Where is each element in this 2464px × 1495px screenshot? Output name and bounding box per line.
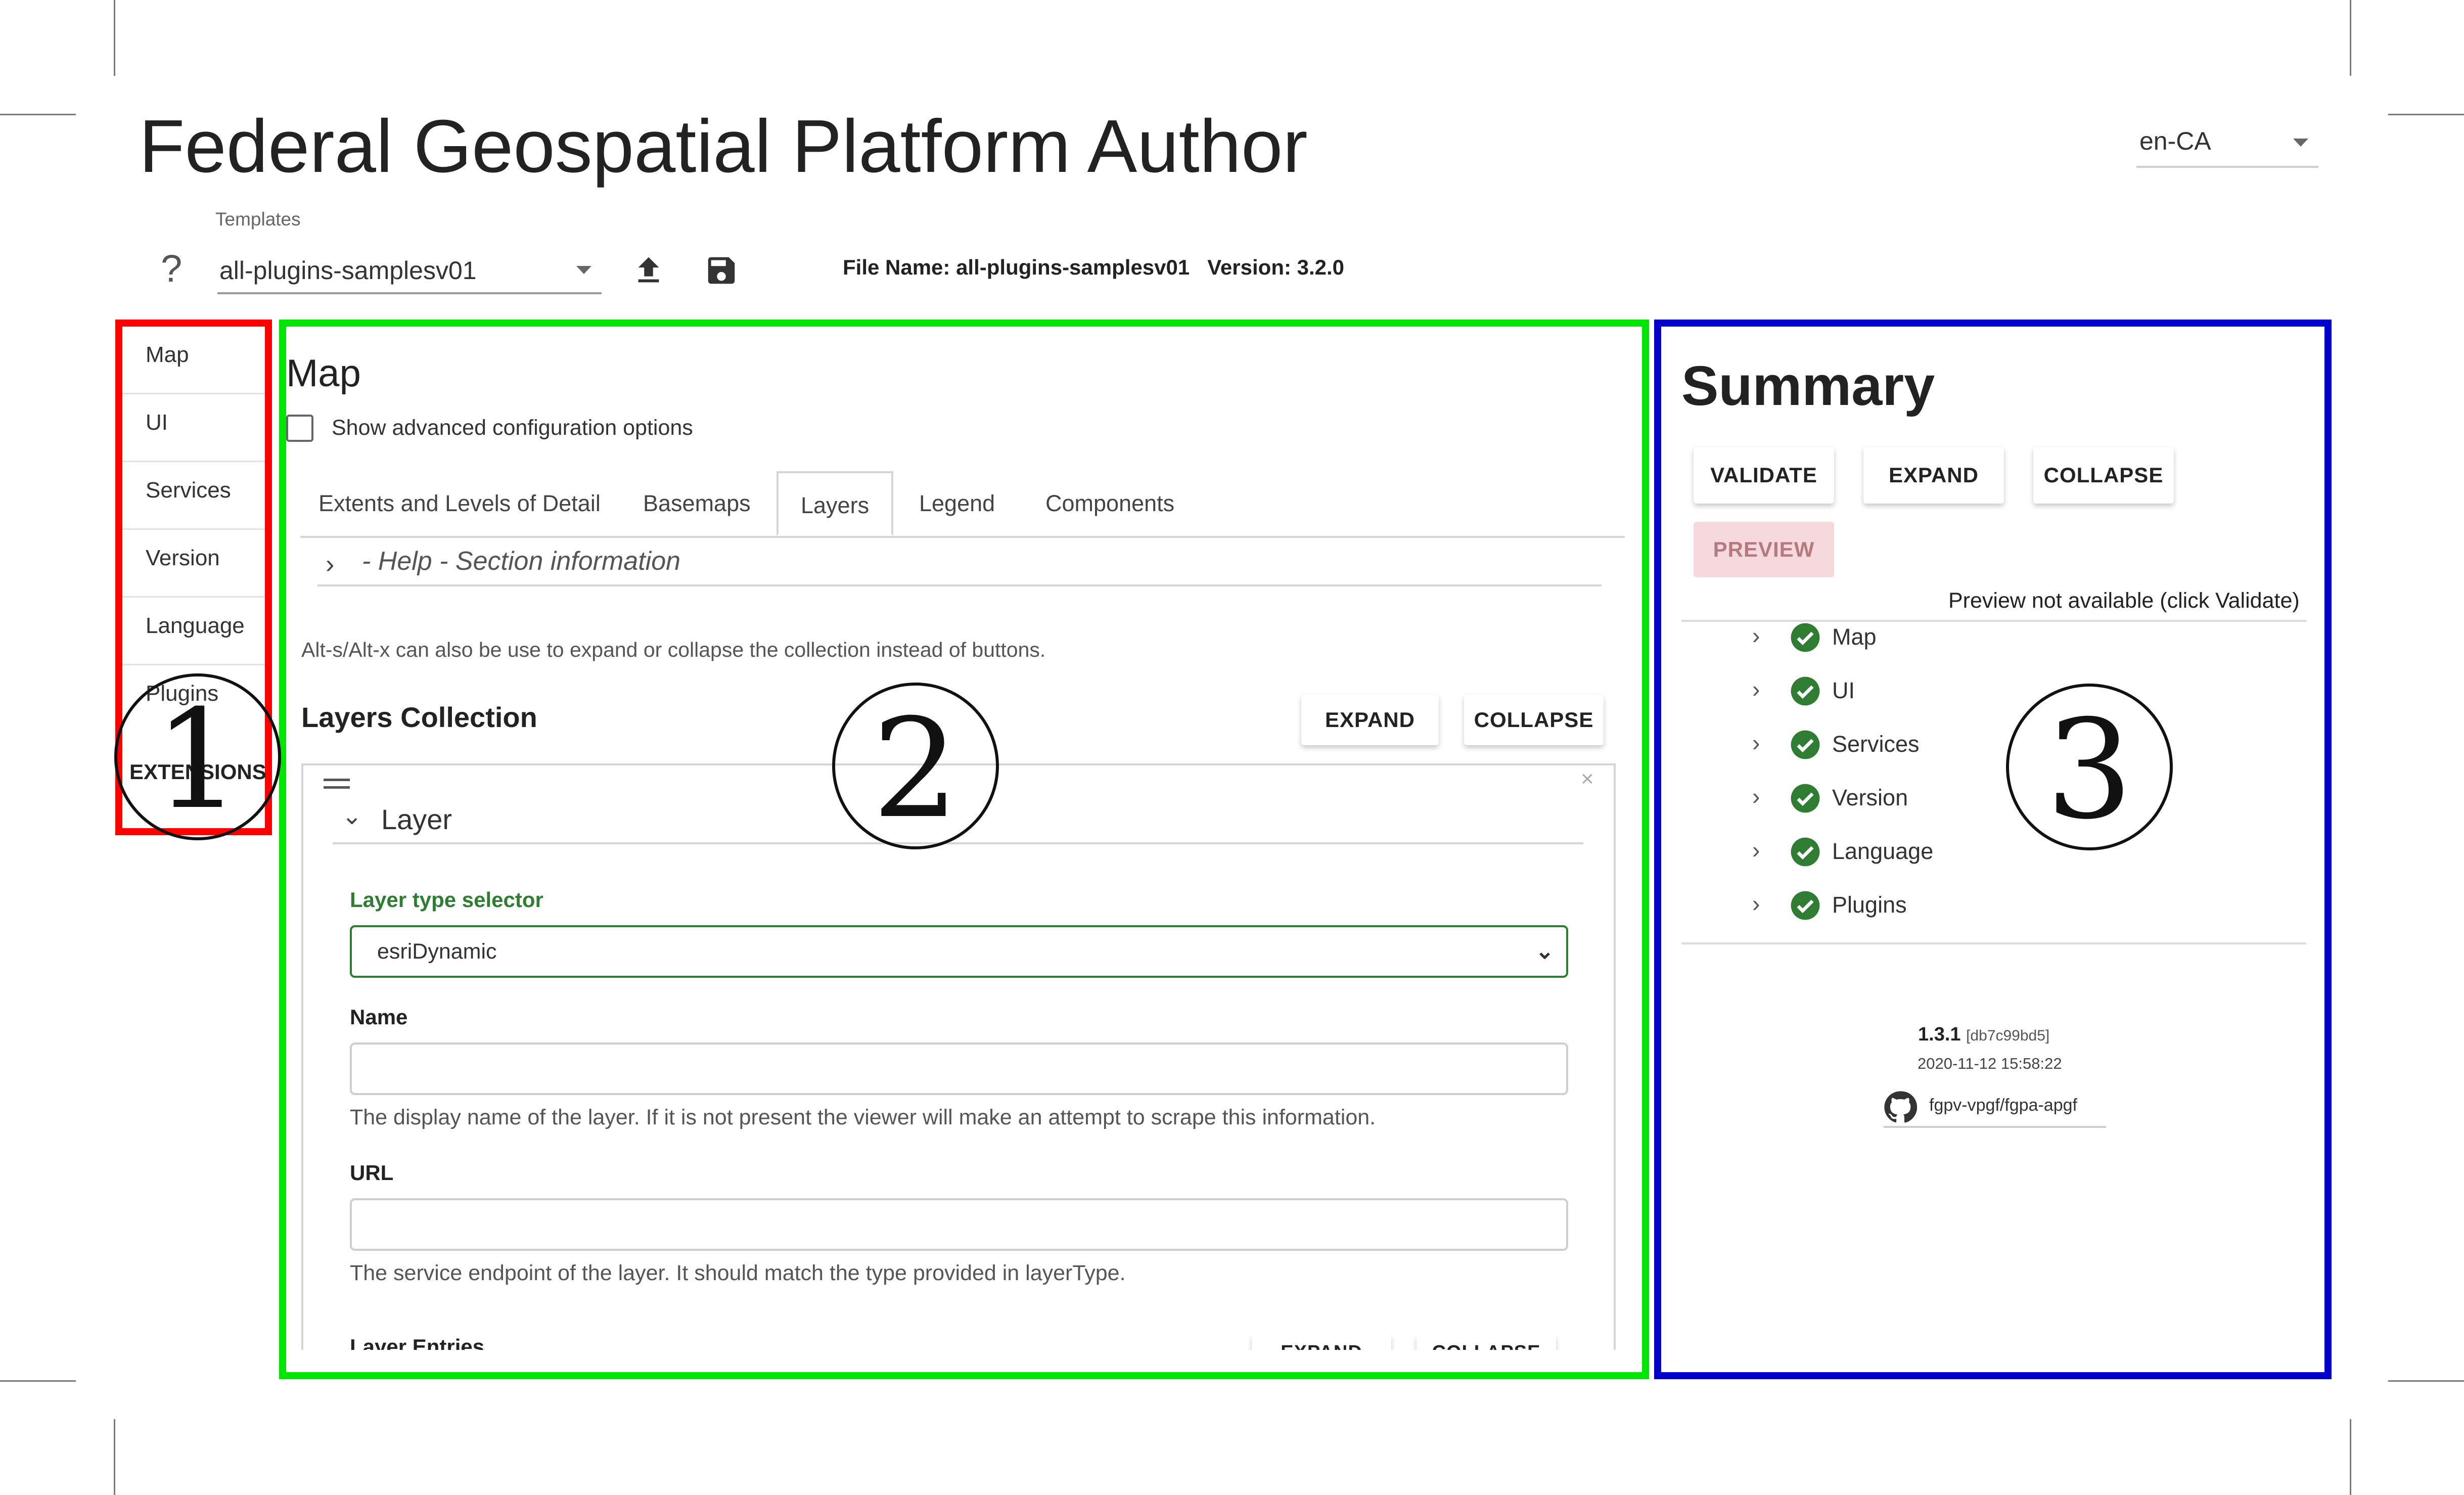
crop-mark xyxy=(2388,1380,2464,1382)
collection-note: Alt-s/Alt-x can also be use to expand or… xyxy=(301,638,1046,661)
layer-header-title: Layer xyxy=(381,803,452,835)
crop-mark xyxy=(114,0,115,76)
summary-item-label: Services xyxy=(1832,731,1920,757)
crop-mark xyxy=(114,1419,115,1495)
check-circle-icon xyxy=(1791,784,1820,813)
summary-item-label: Plugins xyxy=(1832,892,1907,918)
summary-item-label: UI xyxy=(1832,677,1855,703)
chevron-right-icon: › xyxy=(1752,730,1760,756)
url-hint: The service endpoint of the layer. It sh… xyxy=(350,1261,1126,1285)
layer-type-value: esriDynamic xyxy=(377,939,497,964)
save-icon[interactable] xyxy=(704,253,739,288)
file-info: File Name: all-plugins-samplesv01 Versio… xyxy=(843,255,1345,279)
help-section-title: - Help - Section information xyxy=(362,547,681,576)
chevron-right-icon: › xyxy=(1752,890,1760,917)
validate-button[interactable]: VALIDATE xyxy=(1694,447,1834,504)
callout-3: 3 xyxy=(2006,684,2173,850)
sidebar-item-ui[interactable]: UI xyxy=(122,394,265,462)
repo-link[interactable]: fgpv-vpgf/fgpa-apgf xyxy=(1884,1091,2106,1128)
caret-down-icon xyxy=(576,266,591,274)
callout-1: 1 xyxy=(114,673,281,840)
build-date: 2020-11-12 15:58:22 xyxy=(1918,1055,2062,1072)
check-circle-icon xyxy=(1791,676,1820,706)
preview-button[interactable]: PREVIEW xyxy=(1694,522,1834,577)
layer-type-select[interactable]: esriDynamic ⌄ xyxy=(350,925,1568,978)
tab-components[interactable]: Components xyxy=(1045,471,1174,536)
crop-mark xyxy=(0,1380,76,1382)
sidebar-item-services[interactable]: Services xyxy=(122,462,265,530)
divider xyxy=(1681,620,2306,622)
tab-layers[interactable]: Layers xyxy=(777,471,894,536)
templates-select-value: all-plugins-samplesv01 xyxy=(219,256,477,285)
tab-extents[interactable]: Extents and Levels of Detail xyxy=(318,471,601,536)
templates-label: Templates xyxy=(215,209,301,230)
summary-expand-button[interactable]: EXPAND xyxy=(1863,447,2004,504)
divider xyxy=(1681,942,2306,944)
help-section[interactable]: › - Help - Section information xyxy=(317,546,1602,586)
drag-handle-icon[interactable] xyxy=(324,779,350,794)
crop-mark xyxy=(2388,114,2464,115)
github-icon xyxy=(1884,1091,1917,1123)
advanced-options-checkbox[interactable] xyxy=(286,415,313,442)
caret-down-icon xyxy=(2293,139,2308,147)
name-input[interactable] xyxy=(350,1043,1568,1095)
url-label: URL xyxy=(350,1161,394,1185)
preview-note: Preview not available (click Validate) xyxy=(1948,588,2300,613)
chevron-right-icon: › xyxy=(1752,837,1760,863)
summary-collapse-button[interactable]: COLLAPSE xyxy=(2033,447,2174,504)
tab-legend[interactable]: Legend xyxy=(919,471,995,536)
layers-expand-button[interactable]: EXPAND xyxy=(1301,695,1439,745)
check-circle-icon xyxy=(1791,623,1820,652)
version-number: 1.3.1 xyxy=(1918,1024,1961,1045)
tab-basemaps[interactable]: Basemaps xyxy=(643,471,751,536)
sidebar-item-map[interactable]: Map xyxy=(122,327,265,394)
app-version: 1.3.1 [db7c99bd5] xyxy=(1918,1024,2049,1046)
help-icon[interactable]: ? xyxy=(161,247,182,291)
chevron-right-icon: › xyxy=(1752,622,1760,649)
layer-type-label: Layer type selector xyxy=(350,888,543,912)
entries-expand-button[interactable]: EXPAND xyxy=(1252,1335,1391,1350)
language-select[interactable]: en-CA xyxy=(2136,126,2318,168)
sidebar-item-version[interactable]: Version xyxy=(122,530,265,598)
entries-collapse-button[interactable]: COLLAPSE xyxy=(1417,1335,1556,1350)
layers-collection-title: Layers Collection xyxy=(301,701,537,733)
layers-collapse-button[interactable]: COLLAPSE xyxy=(1464,695,1604,745)
url-input[interactable] xyxy=(350,1198,1568,1251)
layer-entries-label: Layer Entries xyxy=(350,1335,485,1350)
name-label: Name xyxy=(350,1005,408,1029)
check-circle-icon xyxy=(1791,730,1820,759)
sidebar-item-language[interactable]: Language xyxy=(122,598,265,665)
chevron-right-icon: › xyxy=(1752,676,1760,702)
chevron-right-icon: › xyxy=(326,550,335,579)
chevron-right-icon: › xyxy=(1752,783,1760,809)
language-select-value: en-CA xyxy=(2139,127,2211,155)
callout-2: 2 xyxy=(832,683,999,849)
check-circle-icon xyxy=(1791,837,1820,867)
summary-item-label: Map xyxy=(1832,624,1877,650)
crop-mark xyxy=(2350,1419,2351,1495)
name-hint: The display name of the layer. If it is … xyxy=(350,1105,1376,1129)
close-icon[interactable]: × xyxy=(1581,766,1594,792)
section-tabs: Extents and Levels of Detail Basemaps La… xyxy=(300,471,1625,538)
upload-icon[interactable] xyxy=(631,253,666,288)
repo-name: fgpv-vpgf/fgpa-apgf xyxy=(1929,1096,2077,1115)
chevron-down-icon: ⌄ xyxy=(342,803,362,830)
commit-hash: [db7c99bd5] xyxy=(1966,1027,2050,1044)
summary-title: Summary xyxy=(1681,355,1935,417)
summary-item-label: Language xyxy=(1832,838,1934,864)
crop-mark xyxy=(2350,0,2351,76)
advanced-options-label: Show advanced configuration options xyxy=(332,416,693,440)
summary-item-label: Version xyxy=(1832,785,1908,810)
app-title: Federal Geospatial Platform Author xyxy=(139,105,1308,188)
chevron-down-icon: ⌄ xyxy=(1535,939,1554,964)
templates-select[interactable]: all-plugins-samplesv01 xyxy=(217,248,602,294)
section-title: Map xyxy=(286,352,361,395)
layer-entries-row: Layer Entries EXPAND COLLAPSE xyxy=(350,1335,1573,1350)
check-circle-icon xyxy=(1791,891,1820,920)
crop-mark xyxy=(0,114,76,115)
